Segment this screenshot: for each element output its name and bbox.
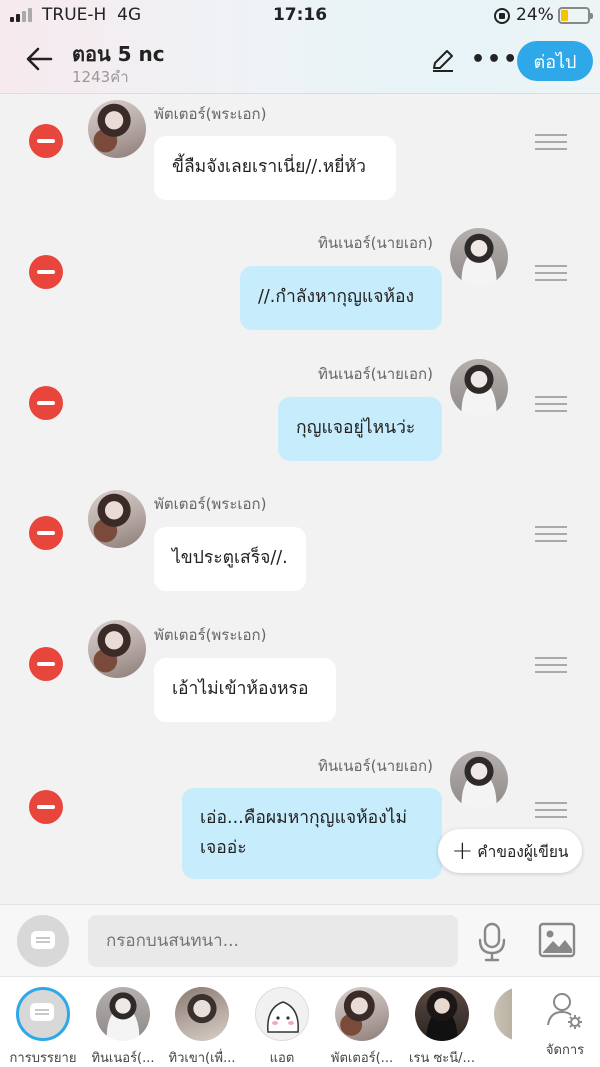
chat-input[interactable] bbox=[88, 915, 458, 967]
delete-message-icon[interactable] bbox=[29, 124, 63, 158]
cast-name: แอต bbox=[269, 1051, 295, 1066]
cast-item[interactable]: แอต bbox=[241, 987, 323, 1067]
speaker-name: พัตเตอร์(พระเอก) bbox=[154, 495, 267, 513]
avatar[interactable] bbox=[450, 359, 508, 417]
manage-cast-button[interactable]: จัดการ bbox=[540, 991, 590, 1060]
top-header: TRUE-H 4G 17:16 24% ตอน 5 nc 1243คำ ••• … bbox=[0, 0, 600, 94]
narration-icon bbox=[31, 931, 55, 949]
cast-name: ทิวเขา(เพื่... bbox=[168, 1051, 236, 1066]
message-row: พัตเตอร์(พระเอก) เอ้าไม่เข้าห้องหรอ bbox=[0, 617, 600, 727]
manage-label: จัดการ bbox=[545, 1043, 585, 1058]
edit-pen-icon[interactable] bbox=[430, 48, 456, 74]
speaker-name: ทินเนอร์(นายเอก) bbox=[318, 365, 433, 383]
delete-message-icon[interactable] bbox=[29, 790, 63, 824]
message-line: เอ่อ...คือผมหากุญแจห้องไม่ bbox=[200, 808, 408, 828]
microphone-icon[interactable] bbox=[476, 922, 508, 962]
message-row: ทินเนอร์(นายเอก) กุญแจอยู่ไหนว่ะ bbox=[0, 355, 600, 465]
next-button[interactable]: ต่อไป bbox=[517, 41, 593, 81]
character-cast-bar: การบรรยาย ทินเนอร์(... ทิวเขา(เพื่... แอ… bbox=[0, 976, 600, 1067]
speaker-name: พัตเตอร์(พระเอก) bbox=[154, 105, 267, 123]
delete-message-icon[interactable] bbox=[29, 516, 63, 550]
cast-item[interactable]: พัตเตอร์(... bbox=[321, 987, 403, 1067]
chat-input-bar bbox=[0, 904, 600, 976]
avatar bbox=[494, 987, 512, 1041]
speaker-name: ทินเนอร์(นายเอก) bbox=[318, 234, 433, 252]
message-bubble[interactable]: //.กำลังหากุญแจห้อง bbox=[240, 266, 442, 330]
cast-name: การบรรยาย bbox=[9, 1051, 77, 1066]
speaker-name: พัตเตอร์(พระเอก) bbox=[154, 626, 267, 644]
clock: 17:16 bbox=[272, 5, 328, 25]
cast-item-narration[interactable]: การบรรยาย bbox=[2, 987, 84, 1067]
manage-characters-icon bbox=[547, 993, 582, 1029]
more-options-icon[interactable]: ••• bbox=[471, 49, 517, 71]
image-upload-icon[interactable] bbox=[538, 922, 576, 958]
message-bubble[interactable]: เอ้าไม่เข้าห้องหรอ bbox=[154, 658, 336, 722]
message-row: พัตเตอร์(พระเอก) ไขประตูเสร็จ//. bbox=[0, 486, 600, 596]
message-row: พัตเตอร์(พระเอก) ขี้ลืมจังเลยเราเนี่ย//.… bbox=[0, 94, 600, 204]
drag-handle-icon[interactable] bbox=[535, 657, 567, 673]
avatar[interactable] bbox=[450, 751, 508, 809]
cast-name: ทินเนอร์(... bbox=[91, 1051, 155, 1066]
message-line: เจออ่ะ bbox=[200, 838, 247, 858]
delete-message-icon[interactable] bbox=[29, 386, 63, 420]
avatar bbox=[255, 987, 309, 1041]
drag-handle-icon[interactable] bbox=[535, 265, 567, 281]
delete-message-icon[interactable] bbox=[29, 255, 63, 289]
avatar[interactable] bbox=[450, 228, 508, 286]
avatar bbox=[335, 987, 389, 1041]
message-bubble[interactable]: ขี้ลืมจังเลยเราเนี่ย//.หยี่หัว bbox=[154, 136, 396, 200]
message-bubble[interactable]: เอ่อ...คือผมหากุญแจห้องไม่ เจออ่ะ bbox=[182, 788, 442, 879]
back-arrow-icon[interactable] bbox=[24, 44, 54, 74]
speaker-name: ทินเนอร์(นายเอก) bbox=[318, 757, 433, 775]
cast-name: พัตเตอร์(... bbox=[330, 1051, 394, 1066]
cast-item[interactable]: ทินเนอร์(... bbox=[82, 987, 164, 1067]
cast-item[interactable]: ทิวเขา(เพื่... bbox=[161, 987, 243, 1067]
narration-avatar bbox=[16, 987, 70, 1041]
cast-name: เรน ซะนี/... bbox=[409, 1051, 475, 1066]
message-bubble[interactable]: ไขประตูเสร็จ//. bbox=[154, 527, 306, 591]
mochi-character-icon bbox=[267, 1001, 299, 1033]
message-row: ทินเนอร์(นายเอก) //.กำลังหากุญแจห้อง bbox=[0, 224, 600, 334]
drag-handle-icon[interactable] bbox=[535, 396, 567, 412]
cast-item-partial[interactable] bbox=[468, 987, 512, 1041]
avatar[interactable] bbox=[88, 490, 146, 548]
plus-icon: + bbox=[451, 836, 474, 866]
drag-handle-icon[interactable] bbox=[535, 526, 567, 542]
drag-handle-icon[interactable] bbox=[535, 134, 567, 150]
drag-handle-icon[interactable] bbox=[535, 802, 567, 818]
status-bar: TRUE-H 4G 17:16 24% bbox=[0, 0, 600, 32]
add-author-note-button[interactable]: + คำของผู้เขียน bbox=[438, 829, 582, 873]
avatar[interactable] bbox=[88, 100, 146, 158]
message-bubble[interactable]: กุญแจอยู่ไหนว่ะ bbox=[278, 397, 442, 461]
battery-percent: 24% bbox=[516, 5, 554, 25]
narration-toggle-button[interactable] bbox=[17, 915, 69, 967]
narration-icon bbox=[30, 1003, 54, 1021]
avatar[interactable] bbox=[88, 620, 146, 678]
delete-message-icon[interactable] bbox=[29, 647, 63, 681]
rotation-lock-icon bbox=[494, 8, 510, 24]
add-author-note-label: คำของผู้เขียน bbox=[477, 842, 569, 861]
word-count: 1243คำ bbox=[72, 68, 129, 86]
avatar bbox=[415, 987, 469, 1041]
avatar bbox=[96, 987, 150, 1041]
battery-icon bbox=[558, 7, 593, 24]
avatar bbox=[175, 987, 229, 1041]
